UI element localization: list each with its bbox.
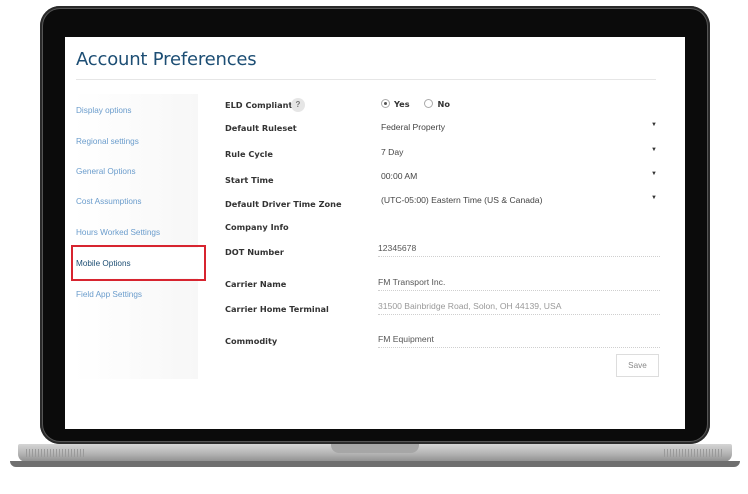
eld-compliant-label: ELD Compliant [225, 100, 293, 110]
help-icon[interactable]: ? [291, 98, 305, 112]
carrier-name-label: Carrier Name [225, 279, 287, 289]
eld-no-label: No [437, 99, 450, 109]
mobile-options-highlight [71, 245, 206, 281]
chevron-down-icon: ▼ [651, 147, 657, 153]
page-title: Account Preferences [76, 49, 257, 70]
rule-cycle-value: 7 Day [381, 147, 404, 157]
title-divider [76, 79, 656, 80]
carrier-name-field[interactable] [378, 274, 660, 291]
start-time-select[interactable]: 00:00 AM ▼ [381, 171, 657, 187]
eld-yes-label: Yes [394, 99, 410, 109]
commodity-field[interactable] [378, 331, 660, 348]
start-time-label: Start Time [225, 175, 274, 185]
company-info-label: Company Info [225, 222, 289, 232]
time-zone-select[interactable]: (UTC-05:00) Eastern Time (US & Canada) ▼ [381, 195, 657, 211]
rule-cycle-select[interactable]: 7 Day ▼ [381, 147, 657, 163]
default-ruleset-label: Default Ruleset [225, 123, 297, 133]
eld-compliant-radio-group: Yes No [381, 99, 462, 109]
laptop-screen: Account Preferences Display options Regi… [65, 37, 685, 429]
laptop-vent-right [664, 449, 724, 457]
dot-number-field[interactable] [378, 240, 660, 257]
sidebar-item-general-options[interactable]: General Options [76, 167, 136, 176]
chevron-down-icon: ▼ [651, 171, 657, 177]
laptop-opening-notch [331, 444, 419, 453]
chevron-down-icon: ▼ [651, 122, 657, 128]
commodity-label: Commodity [225, 336, 278, 346]
carrier-home-terminal-label: Carrier Home Terminal [225, 304, 329, 314]
eld-no-radio[interactable] [424, 99, 434, 108]
laptop-base-shadow [10, 461, 740, 467]
sidebar-item-cost-assumptions[interactable]: Cost Assumptions [76, 197, 142, 206]
eld-yes-radio[interactable] [381, 99, 390, 108]
sidebar-item-regional-settings[interactable]: Regional settings [76, 137, 139, 146]
sidebar-item-display-options[interactable]: Display options [76, 106, 132, 115]
default-ruleset-select[interactable]: Federal Property ▼ [381, 122, 657, 138]
dot-number-label: DOT Number [225, 247, 284, 257]
time-zone-label: Default Driver Time Zone [225, 199, 342, 209]
time-zone-value: (UTC-05:00) Eastern Time (US & Canada) [381, 195, 543, 205]
default-ruleset-value: Federal Property [381, 122, 446, 132]
start-time-value: 00:00 AM [381, 171, 418, 181]
laptop-vent-left [26, 449, 86, 457]
carrier-home-terminal-field[interactable] [378, 298, 660, 315]
sidebar-item-hours-worked-settings[interactable]: Hours Worked Settings [76, 228, 160, 237]
sidebar-item-field-app-settings[interactable]: Field App Settings [76, 290, 142, 299]
rule-cycle-label: Rule Cycle [225, 149, 273, 159]
save-button[interactable]: Save [616, 354, 659, 377]
laptop-base [18, 444, 732, 462]
chevron-down-icon: ▼ [651, 195, 657, 201]
